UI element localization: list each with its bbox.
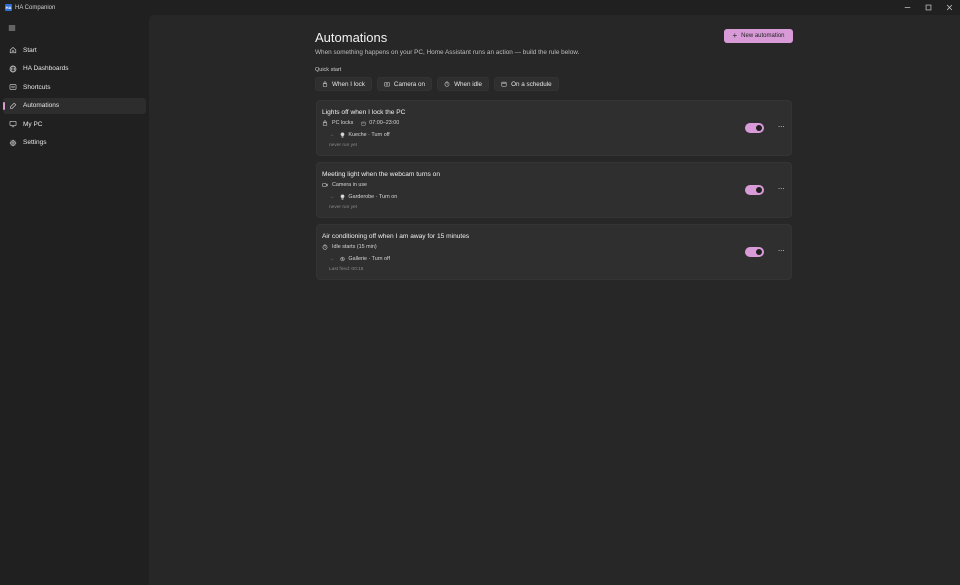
- quick-start-when-i-lock[interactable]: When I lock: [315, 77, 372, 91]
- quick-start-on-a-schedule[interactable]: On a schedule: [494, 77, 559, 91]
- automation-card[interactable]: Meeting light when the webcam turns on C…: [316, 162, 792, 218]
- automation-title: Lights off when I lock the PC: [322, 109, 406, 116]
- bulb-icon: [341, 132, 345, 138]
- automation-action: → Kueche · Turn off: [329, 132, 390, 138]
- automation-enabled-toggle[interactable]: [745, 185, 764, 195]
- home-icon: [9, 47, 16, 54]
- more-options-icon[interactable]: ···: [776, 185, 786, 195]
- new-automation-button[interactable]: + New automation: [724, 29, 793, 43]
- sidebar-item-label: Start: [23, 46, 37, 54]
- gear-icon: [9, 139, 16, 146]
- sidebar-item-label: My PC: [23, 120, 43, 128]
- automation-schedule: 07:00–23:00: [361, 120, 399, 126]
- camera-icon: [384, 82, 390, 87]
- automation-trigger: Camera in use: [322, 182, 367, 188]
- sidebar-nav: Start HA Dashboards Shortcuts Automation…: [3, 42, 146, 153]
- maximize-button[interactable]: [918, 0, 939, 15]
- plus-icon: +: [732, 31, 738, 40]
- window-title: HA Companion: [15, 4, 56, 11]
- sidebar-item-shortcuts[interactable]: Shortcuts: [3, 79, 146, 95]
- automation-status: never run yet: [329, 205, 357, 210]
- sidebar-item-label: Settings: [23, 139, 47, 146]
- sidebar-item-label: Shortcuts: [23, 83, 51, 91]
- sidebar: Start HA Dashboards Shortcuts Automation…: [0, 15, 149, 585]
- quick-start-label: Quick start: [315, 67, 342, 73]
- calendar-icon: [361, 121, 366, 126]
- calendar-icon: [501, 81, 507, 87]
- automation-title: Air conditioning off when I am away for …: [322, 233, 470, 240]
- arrow-right-icon: →: [329, 132, 335, 138]
- automation-enabled-toggle[interactable]: [745, 247, 764, 257]
- minimize-icon: [904, 7, 911, 8]
- lock-icon: [322, 120, 328, 126]
- more-options-icon[interactable]: ···: [776, 123, 786, 133]
- monitor-icon: [9, 121, 16, 128]
- automation-action: → Gallerie · Turn off: [329, 256, 390, 262]
- arrow-right-icon: →: [329, 256, 335, 262]
- automation-trigger: Idle starts (15 min): [322, 244, 377, 250]
- more-options-icon[interactable]: ···: [776, 247, 786, 257]
- timer-icon: [322, 244, 328, 250]
- sidebar-item-label: Automations: [23, 102, 60, 109]
- page-title: Automations: [315, 30, 388, 45]
- camera-icon: [322, 183, 328, 187]
- timer-icon: [444, 81, 450, 87]
- automation-card[interactable]: Air conditioning off when I am away for …: [316, 224, 792, 280]
- minimize-button[interactable]: [897, 0, 918, 15]
- automation-enabled-toggle[interactable]: [745, 123, 764, 133]
- automation-card[interactable]: Lights off when I lock the PC PC locks 0…: [316, 100, 792, 156]
- quick-start-camera-on[interactable]: Camera on: [376, 77, 433, 91]
- quick-start-chips: When I lock Camera on When idle On a sch…: [315, 77, 559, 91]
- automation-status: Last fired: 00:15: [329, 267, 364, 272]
- app-logo-icon: HA: [5, 4, 12, 11]
- globe-icon: [9, 65, 16, 72]
- shortcuts-icon: [9, 84, 16, 90]
- arrow-right-icon: →: [329, 194, 335, 200]
- automation-title: Meeting light when the webcam turns on: [322, 171, 441, 178]
- automation-trigger: PC locks 07:00–23:00: [322, 120, 399, 126]
- sidebar-item-settings[interactable]: Settings: [3, 135, 146, 151]
- lock-icon: [322, 81, 328, 87]
- title-bar: HA HA Companion: [0, 0, 960, 15]
- fan-icon: [340, 256, 346, 262]
- maximize-icon: [925, 4, 932, 11]
- sidebar-item-start[interactable]: Start: [3, 42, 146, 58]
- automation-action: → Garderobe · Turn on: [329, 194, 398, 200]
- automation-status: never run yet: [329, 143, 357, 148]
- sidebar-item-label: HA Dashboards: [23, 65, 69, 72]
- main-content: Automations When something happens on yo…: [149, 15, 960, 585]
- bulb-icon: [341, 194, 345, 200]
- window-controls: [897, 0, 960, 15]
- quick-start-when-idle[interactable]: When idle: [437, 77, 490, 91]
- sidebar-item-my-pc[interactable]: My PC: [3, 116, 146, 132]
- automation-icon: [9, 102, 16, 109]
- sidebar-item-automations[interactable]: Automations: [3, 97, 146, 114]
- close-button[interactable]: [939, 0, 960, 15]
- page-subtitle: When something happens on your PC, Home …: [315, 49, 580, 56]
- close-icon: [946, 4, 953, 11]
- sidebar-item-ha-dashboards[interactable]: HA Dashboards: [3, 61, 146, 77]
- hamburger-menu-icon[interactable]: [8, 24, 16, 32]
